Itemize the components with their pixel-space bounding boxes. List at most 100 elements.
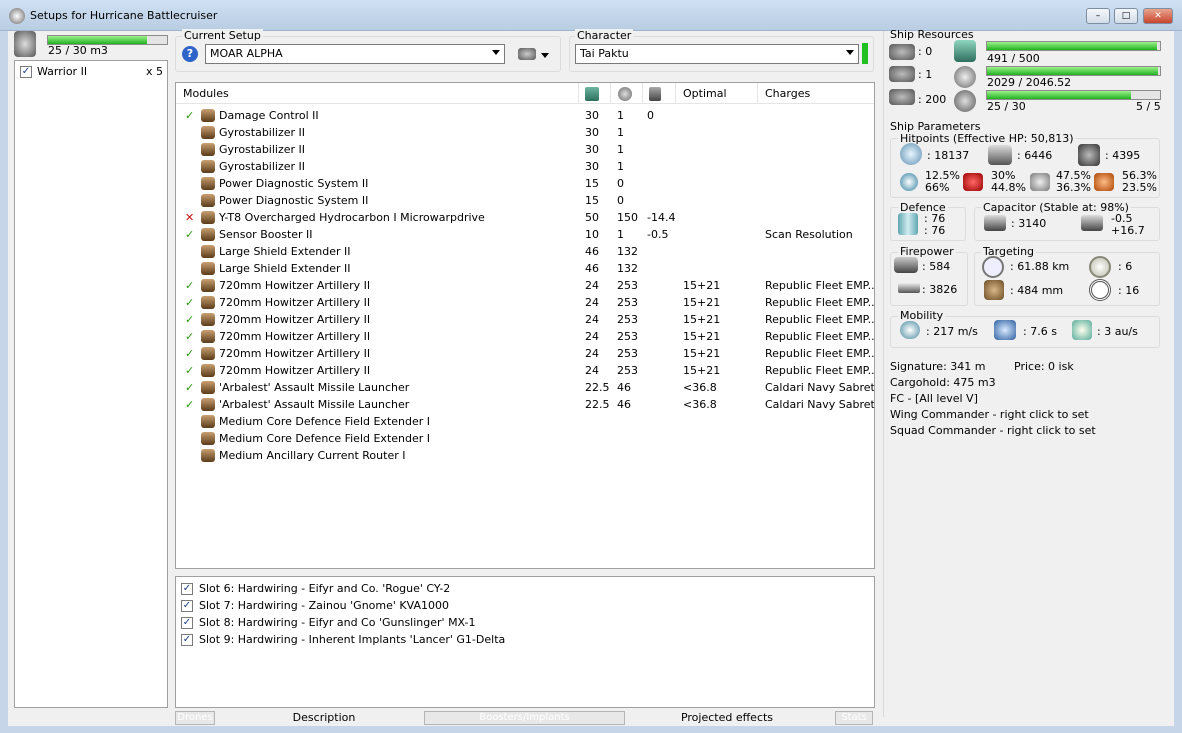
implant-checkbox[interactable]: ✓ — [181, 617, 193, 629]
module-row[interactable]: ✓ 'Arbalest' Assault Missile Launcher 22.5… — [176, 379, 874, 396]
module-icon — [201, 313, 215, 326]
offline-x-icon: ✕ — [185, 211, 195, 224]
implant-label: Slot 8: Hardwiring - Eifyr and Co 'Gunsl… — [199, 616, 476, 629]
module-row[interactable]: ✓ Sensor Booster II 10 1 -0.5 Scan Resolution — [176, 226, 872, 243]
module-icon — [201, 228, 215, 241]
capacitor-recharge-icon — [1081, 215, 1103, 231]
module-row[interactable]: Large Shield Extender II 46 132 — [176, 260, 872, 277]
powergrid-icon — [954, 66, 976, 88]
cpu-column-icon[interactable] — [585, 87, 599, 101]
wing-commander[interactable]: Wing Commander - right click to set — [890, 408, 1089, 421]
character-select[interactable]: Tai Paktu — [575, 44, 859, 64]
col-modules[interactable]: Modules — [183, 87, 229, 100]
em-resist-icon — [900, 173, 918, 191]
minimize-button[interactable]: – — [1086, 8, 1110, 24]
module-icon — [201, 177, 215, 190]
module-charges[interactable]: Republic Fleet EMP... — [765, 311, 874, 328]
module-icon — [201, 109, 215, 122]
online-check-icon: ✓ — [185, 330, 195, 343]
drone-list[interactable]: ✓ Warrior II x 5 — [14, 60, 168, 708]
module-name: 720mm Howitzer Artillery II — [219, 364, 371, 377]
modules-header: Modules Optimal Charges — [176, 83, 874, 104]
maximize-button[interactable]: □ — [1114, 8, 1138, 24]
module-optimal: 15+21 — [683, 347, 721, 360]
squad-commander[interactable]: Squad Commander - right click to set — [890, 424, 1096, 437]
module-name: 'Arbalest' Assault Missile Launcher — [219, 381, 410, 394]
tab-stats[interactable]: Stats — [835, 711, 873, 725]
window-title: Setups for Hurricane Battlecruiser — [30, 9, 218, 22]
module-capacitor: -14.4 — [647, 211, 676, 224]
calibration-icon — [889, 89, 915, 105]
module-charges[interactable]: Caldari Navy Sabret... — [765, 379, 874, 396]
module-name: Medium Core Defence Field Extender I — [219, 432, 431, 445]
implant-checkbox[interactable]: ✓ — [181, 634, 193, 646]
col-optimal[interactable]: Optimal — [683, 87, 727, 100]
module-row[interactable]: Power Diagnostic System II 15 0 — [176, 192, 872, 209]
tab-projected-effects[interactable]: Projected effects — [625, 711, 829, 724]
col-charges[interactable]: Charges — [765, 87, 810, 100]
module-charges[interactable]: Republic Fleet EMP... — [765, 328, 874, 345]
module-row[interactable]: Large Shield Extender II 46 132 — [176, 243, 872, 260]
module-cpu: 24 — [585, 279, 599, 292]
close-button[interactable]: ✕ — [1143, 8, 1173, 24]
module-name: 'Arbalest' Assault Missile Launcher — [219, 398, 410, 411]
module-capacitor: 0 — [647, 109, 654, 122]
module-charges[interactable]: Caldari Navy Sabret... — [765, 396, 874, 413]
explosive-resist-armor: 23.5% — [1122, 181, 1157, 194]
powergrid-column-icon[interactable] — [618, 87, 632, 101]
module-row[interactable]: ✓ 'Arbalest' Assault Missile Launcher 22.5… — [176, 396, 874, 413]
module-rows: ✓ Damage Control II 30 1 0 Gyrostabilizer II 3… — [176, 107, 874, 567]
module-row[interactable]: ✓ 720mm Howitzer Artillery II 24 253 15+21 Re… — [176, 362, 874, 379]
armor-hp-icon — [988, 145, 1012, 165]
module-cpu: 10 — [585, 228, 599, 241]
module-row[interactable]: Gyrostabilizer II 30 1 — [176, 158, 872, 175]
module-row[interactable]: ✓ 720mm Howitzer Artillery II 24 253 15+21 Re… — [176, 294, 874, 311]
module-row[interactable]: Medium Core Defence Field Extender I — [176, 430, 872, 447]
module-row[interactable]: ✓ 720mm Howitzer Artillery II 24 253 15+21 Re… — [176, 277, 874, 294]
module-row[interactable]: ✕ Y-T8 Overcharged Hydrocarbon I Microwar… — [176, 209, 872, 226]
module-row[interactable]: Medium Core Defence Field Extender I — [176, 413, 872, 430]
implant-label: Slot 7: Hardwiring - Zainou 'Gnome' KVA1… — [199, 599, 449, 612]
implants-list[interactable]: ✓ Slot 6: Hardwiring - Eifyr and Co. 'Rog… — [175, 576, 875, 708]
module-row[interactable]: ✓ 720mm Howitzer Artillery II 24 253 15+21 Re… — [176, 328, 874, 345]
module-charges[interactable]: Republic Fleet EMP... — [765, 345, 874, 362]
module-powergrid: 46 — [617, 398, 631, 411]
drone-checkbox[interactable]: ✓ — [20, 66, 32, 78]
module-powergrid: 46 — [617, 381, 631, 394]
module-charges[interactable]: Republic Fleet EMP... — [765, 277, 874, 294]
module-capacitor: -0.5 — [647, 228, 669, 241]
calibration-value: : 200 — [918, 93, 947, 106]
tab-description[interactable]: Description — [220, 711, 428, 724]
module-row[interactable]: Power Diagnostic System II 15 0 — [176, 175, 872, 192]
help-icon[interactable]: ? — [182, 46, 198, 62]
tab-boosters-implants[interactable]: Boosters/Implants — [424, 711, 625, 725]
capacitor-column-icon[interactable] — [649, 87, 661, 101]
module-powergrid: 132 — [617, 245, 638, 258]
module-cpu: 22.5 — [585, 398, 610, 411]
module-row[interactable]: Medium Ancillary Current Router I — [176, 447, 872, 464]
module-charges[interactable]: Republic Fleet EMP... — [765, 294, 874, 311]
module-cpu: 46 — [585, 262, 599, 275]
module-charges[interactable]: Republic Fleet EMP... — [765, 362, 874, 379]
module-row[interactable]: ✓ 720mm Howitzer Artillery II 24 253 15+21 Re… — [176, 311, 874, 328]
module-powergrid: 0 — [617, 194, 624, 207]
module-row[interactable]: Gyrostabilizer II 30 1 — [176, 141, 872, 158]
module-name: Gyrostabilizer II — [219, 160, 306, 173]
modules-list[interactable]: Modules Optimal Charges ✓ Damage Control … — [175, 82, 875, 569]
ship-menu-dropdown-icon[interactable] — [541, 53, 549, 58]
implant-checkbox[interactable]: ✓ — [181, 600, 193, 612]
module-icon — [201, 279, 215, 292]
module-row[interactable]: ✓ 720mm Howitzer Artillery II 24 253 15+21 Re… — [176, 345, 874, 362]
module-cpu: 24 — [585, 296, 599, 309]
implant-checkbox[interactable]: ✓ — [181, 583, 193, 595]
ship-menu-icon[interactable] — [518, 48, 536, 60]
tab-drones[interactable]: Drones — [175, 711, 215, 725]
module-charges[interactable]: Scan Resolution — [765, 226, 853, 243]
cpu-bar — [986, 41, 1161, 51]
module-icon — [201, 449, 215, 462]
module-row[interactable]: Gyrostabilizer II 30 1 — [176, 124, 872, 141]
character-status-indicator — [862, 43, 868, 64]
setup-select[interactable]: MOAR ALPHA — [205, 44, 505, 64]
module-row[interactable]: ✓ Damage Control II 30 1 0 — [176, 107, 872, 124]
fleet-commander[interactable]: FC - [All level V] — [890, 392, 978, 405]
